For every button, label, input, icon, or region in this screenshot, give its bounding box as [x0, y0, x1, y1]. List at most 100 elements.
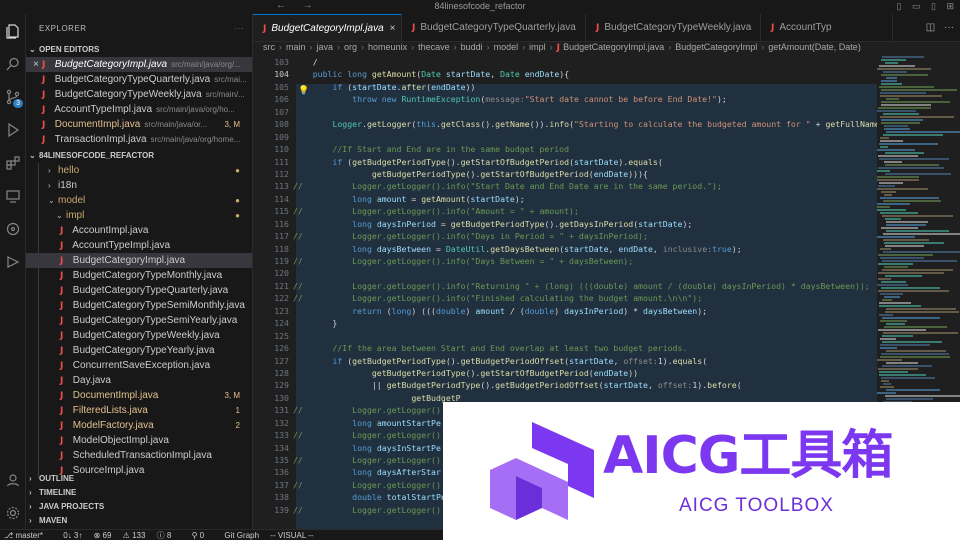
editor-tab[interactable]: J BudgetCategoryImpl.java ×	[253, 14, 402, 41]
line-number: 115	[274, 206, 289, 217]
chevron-down-icon: ⌄	[48, 196, 55, 205]
tree-file[interactable]: J AccountImpl.java	[26, 223, 252, 238]
editor-tab[interactable]: J AccountTyp	[761, 14, 893, 41]
tree-file[interactable]: J FilteredLists.java 1	[26, 403, 252, 418]
breadcrumb-item[interactable]: org	[344, 42, 357, 52]
source-control-icon[interactable]: 3	[0, 80, 25, 113]
minimap-line	[878, 290, 949, 292]
tab-label: AccountTyp	[779, 22, 832, 33]
breadcrumb-item[interactable]: buddi	[461, 42, 483, 52]
tree-file[interactable]: J ModelObjectImpl.java	[26, 433, 252, 448]
minimap-line	[884, 161, 902, 163]
tree-folder[interactable]: › i18n	[26, 178, 252, 193]
problems-status[interactable]: ⊗ 69 ⚠ 133 ⓘ 8	[94, 531, 181, 540]
collapsed-section[interactable]: › MAVEN	[26, 514, 252, 528]
tree-file[interactable]: J BudgetCategoryImpl.java	[26, 253, 252, 268]
git-graph-status[interactable]: Git Graph	[224, 531, 259, 540]
project-section[interactable]: ⌄ 84LINESOFCODE_REFACTOR	[26, 149, 252, 163]
breadcrumb-item[interactable]: src	[263, 42, 275, 52]
tree-folder[interactable]: ⌄ impl ●	[26, 208, 252, 223]
git-graph-icon[interactable]	[0, 212, 25, 245]
java-file-icon: J	[42, 60, 46, 70]
collapsed-section[interactable]: › OUTLINE	[26, 472, 252, 486]
extensions-icon[interactable]	[0, 146, 25, 179]
tree-file[interactable]: J ConcurrentSaveException.java	[26, 358, 252, 373]
tree-file[interactable]: J BudgetCategoryTypeMonthly.java	[26, 268, 252, 283]
minimap-line	[882, 299, 892, 301]
minimap-line	[880, 347, 897, 349]
minimap-line	[886, 389, 940, 391]
run-debug-icon[interactable]	[0, 113, 25, 146]
breadcrumb-item[interactable]: java	[317, 42, 334, 52]
breadcrumb-item[interactable]: BudgetCategoryImpl	[675, 42, 757, 52]
sync-status[interactable]: 0↓ 3↑	[63, 531, 82, 540]
breadcrumb-item[interactable]: getAmount(Date, Date)	[768, 42, 861, 52]
file-name: BudgetCategoryImpl.java	[72, 255, 186, 266]
testing-icon[interactable]	[0, 245, 25, 278]
breadcrumb-item[interactable]: thecave	[418, 42, 450, 52]
customize-layout-icon[interactable]: ⊞	[946, 1, 954, 11]
tree-file[interactable]: J BudgetCategoryTypeWeekly.java	[26, 328, 252, 343]
open-editor-item[interactable]: J DocumentImpl.java src/main/java/or... 3,…	[26, 117, 252, 132]
file-name: TransactionImpl.java	[54, 134, 147, 145]
remote-explorer-icon[interactable]	[0, 179, 25, 212]
tree-file[interactable]: J BudgetCategoryTypeSemiMonthly.java	[26, 298, 252, 313]
tree-file[interactable]: J BudgetCategoryTypeSemiYearly.java	[26, 313, 252, 328]
ports-count: 0	[199, 531, 205, 540]
editor-tab[interactable]: J BudgetCategoryTypeWeekly.java	[586, 14, 761, 41]
close-icon[interactable]: ×	[390, 23, 396, 34]
line-number: 112	[274, 168, 289, 179]
code-line: if (getBudgetPeriodType().getStartOfBudg…	[332, 156, 663, 167]
files-icon[interactable]	[0, 14, 25, 47]
search-icon[interactable]	[0, 47, 25, 80]
breadcrumb-item[interactable]: BudgetCategoryImpl.java	[563, 42, 664, 52]
more-actions-icon[interactable]: ···	[944, 22, 954, 33]
tree-file[interactable]: J BudgetCategoryTypeQuarterly.java	[26, 283, 252, 298]
collapsed-section[interactable]: › JAVA PROJECTS	[26, 500, 252, 514]
toggle-panel-icon[interactable]: ▭	[912, 1, 921, 11]
toggle-secondary-sidebar-icon[interactable]: ▯	[931, 1, 936, 11]
split-editor-icon[interactable]: ◫	[926, 22, 935, 33]
java-file-icon: J	[42, 120, 46, 130]
editor-tab[interactable]: J BudgetCategoryTypeQuarterly.java	[402, 14, 586, 41]
tree-file[interactable]: J ModelFactory.java 2	[26, 418, 252, 433]
minimap-line	[885, 275, 922, 277]
java-file-icon: J	[42, 75, 46, 85]
open-editor-item[interactable]: J AccountTypeImpl.java src/main/java/org/…	[26, 102, 252, 117]
open-editor-item[interactable]: J TransactionImpl.java src/main/java/org/…	[26, 132, 252, 147]
file-name: DocumentImpl.java	[72, 390, 159, 401]
open-editor-item[interactable]: J BudgetCategoryTypeQuarterly.java src/ma…	[26, 72, 252, 87]
java-file-icon: J	[60, 436, 64, 446]
minimap-line	[880, 137, 889, 139]
branch-status[interactable]: ⎇ master*	[4, 531, 52, 540]
code-line: }	[293, 318, 338, 329]
tree-file[interactable]: J BudgetCategoryTypeYearly.java	[26, 343, 252, 358]
more-actions-icon[interactable]: ···	[235, 14, 245, 43]
settings-gear-icon[interactable]	[0, 496, 26, 529]
code-line: //If the area between Start and End over…	[332, 343, 688, 354]
tree-file[interactable]: J AccountTypeImpl.java	[26, 238, 252, 253]
open-editors-section[interactable]: ⌄ OPEN EDITORS	[26, 43, 252, 57]
chevron-right-icon: ›	[29, 516, 32, 525]
breadcrumb-item[interactable]: impl	[529, 42, 546, 52]
minimap-line	[884, 266, 908, 268]
toggle-primary-sidebar-icon[interactable]: ▯	[896, 1, 901, 11]
minimap-line	[882, 341, 942, 343]
open-editor-item[interactable]: J BudgetCategoryTypeWeekly.java src/main/…	[26, 87, 252, 102]
breadcrumb-item[interactable]: main	[286, 42, 306, 52]
breadcrumb-item[interactable]: model	[494, 42, 519, 52]
tree-folder[interactable]: › hello ●	[26, 163, 252, 178]
account-icon[interactable]	[0, 463, 26, 496]
tree-folder[interactable]: ⌄ model ●	[26, 193, 252, 208]
line-number: 106	[274, 94, 289, 105]
tree-file[interactable]: J Day.java	[26, 373, 252, 388]
tree-file[interactable]: J ScheduledTransactionImpl.java	[26, 448, 252, 463]
minimap-line	[886, 323, 905, 325]
collapsed-section[interactable]: › TIMELINE	[26, 486, 252, 500]
breadcrumb-item[interactable]: homeunix	[368, 42, 407, 52]
close-icon[interactable]: ×	[30, 57, 42, 72]
open-editor-item[interactable]: × J BudgetCategoryImpl.java src/main/java/…	[26, 57, 252, 72]
ports-status[interactable]: ⚲ 0	[192, 531, 214, 540]
tree-file[interactable]: J DocumentImpl.java 3, M	[26, 388, 252, 403]
